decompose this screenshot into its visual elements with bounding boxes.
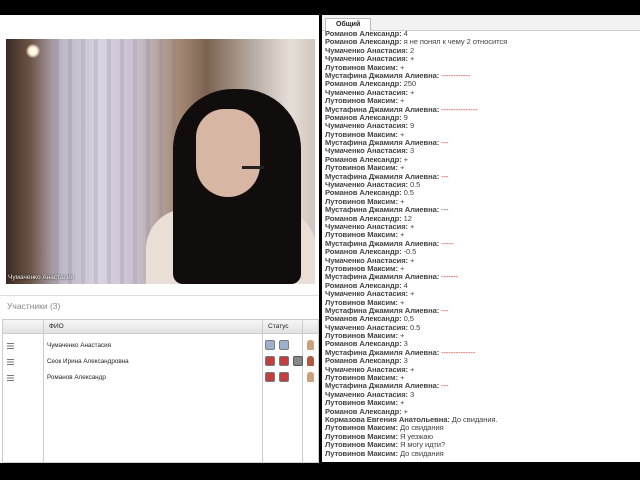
- chat-message-text: ------------: [441, 70, 471, 80]
- chat-message-text: 3: [410, 146, 415, 156]
- participants-table: ФИО Статус Чумаченко Анастасия Сеок Ирин…: [2, 319, 319, 463]
- participant-row[interactable]: Чумаченко Анастасия: [3, 338, 318, 354]
- row-menu-icon[interactable]: [7, 375, 14, 381]
- column-header-status[interactable]: Статус: [268, 323, 289, 330]
- chat-message-text: До свидания: [399, 448, 444, 458]
- video-panel: Чумаченко Анастасия: [0, 15, 319, 292]
- camera-icon[interactable]: [265, 340, 275, 350]
- chat-message-text: -----: [441, 238, 454, 248]
- chat-message-text: ---------------: [441, 104, 478, 114]
- user-role-icon: [307, 356, 314, 366]
- chat-message-text: ---: [441, 381, 449, 391]
- participant-status: [265, 372, 293, 390]
- chat-message-text: я не понял к чему 2 относится: [403, 37, 508, 47]
- video-stream[interactable]: Чумаченко Анастасия: [6, 39, 315, 284]
- participant-name: Романов Александр: [47, 374, 106, 381]
- chat-message-text: ---: [441, 205, 449, 215]
- left-panel: Чумаченко Анастасия Участники (3) ФИО Ст…: [0, 15, 319, 463]
- participant-name: Чумаченко Анастасия: [47, 342, 112, 349]
- chat-message-author: Лутовинов Максим:: [325, 448, 398, 458]
- row-menu-icon[interactable]: [7, 359, 14, 365]
- camera-off-icon[interactable]: [279, 372, 289, 382]
- chat-message-text: ---: [441, 305, 449, 315]
- chat-message-text: +: [410, 221, 415, 231]
- headset-icon[interactable]: [279, 340, 289, 350]
- headset-mic: [242, 166, 264, 169]
- participants-panel: Участники (3) ФИО Статус Чумаченко Анаст…: [0, 295, 319, 463]
- chat-message-text: До свидания.: [451, 414, 498, 424]
- camera-off-icon[interactable]: [279, 356, 289, 366]
- participants-table-header: ФИО Статус: [3, 320, 318, 334]
- user-role-icon: [307, 372, 314, 382]
- chat-message-text: 0.5: [403, 188, 414, 198]
- chat-panel: Общий Романов Александр: 4 Романов Алекса…: [322, 15, 640, 462]
- mic-off-icon[interactable]: [265, 356, 275, 366]
- chat-message-text: --------------: [441, 347, 476, 357]
- chat-message-text: -------: [441, 272, 459, 282]
- mic-off-icon[interactable]: [265, 372, 275, 382]
- row-menu-icon[interactable]: [7, 343, 14, 349]
- chat-messages[interactable]: Романов Александр: 4 Романов Александр: я…: [325, 29, 640, 458]
- chat-message-text: ---: [441, 171, 449, 181]
- chat-message-text: +: [410, 255, 415, 265]
- chat-message-text: 9: [410, 121, 415, 131]
- participant-row[interactable]: Романов Александр: [3, 370, 318, 386]
- chat-message-text: +: [410, 87, 415, 97]
- person-face: [196, 109, 260, 197]
- participant-name: Сеок Ирина Александровна: [47, 358, 129, 365]
- video-participant-label: Чумаченко Анастасия: [8, 274, 75, 281]
- chat-message-text: +: [410, 289, 415, 299]
- column-header-name[interactable]: ФИО: [49, 323, 64, 330]
- chat-message-text: +: [410, 364, 415, 374]
- chat-message-text: 0.5: [410, 322, 421, 332]
- chat-message-text: +: [410, 54, 415, 64]
- user-role-icon: [307, 340, 314, 350]
- cam-icon[interactable]: [293, 356, 303, 366]
- chat-message-text: 3: [410, 389, 415, 399]
- participants-title: Участники (3): [7, 301, 61, 311]
- lamp-light: [26, 44, 40, 58]
- participant-row[interactable]: Сеок Ирина Александровна: [3, 354, 318, 370]
- chat-message-text: ---: [441, 138, 449, 148]
- chat-message: Лутовинов Максим: До свидания: [325, 448, 640, 458]
